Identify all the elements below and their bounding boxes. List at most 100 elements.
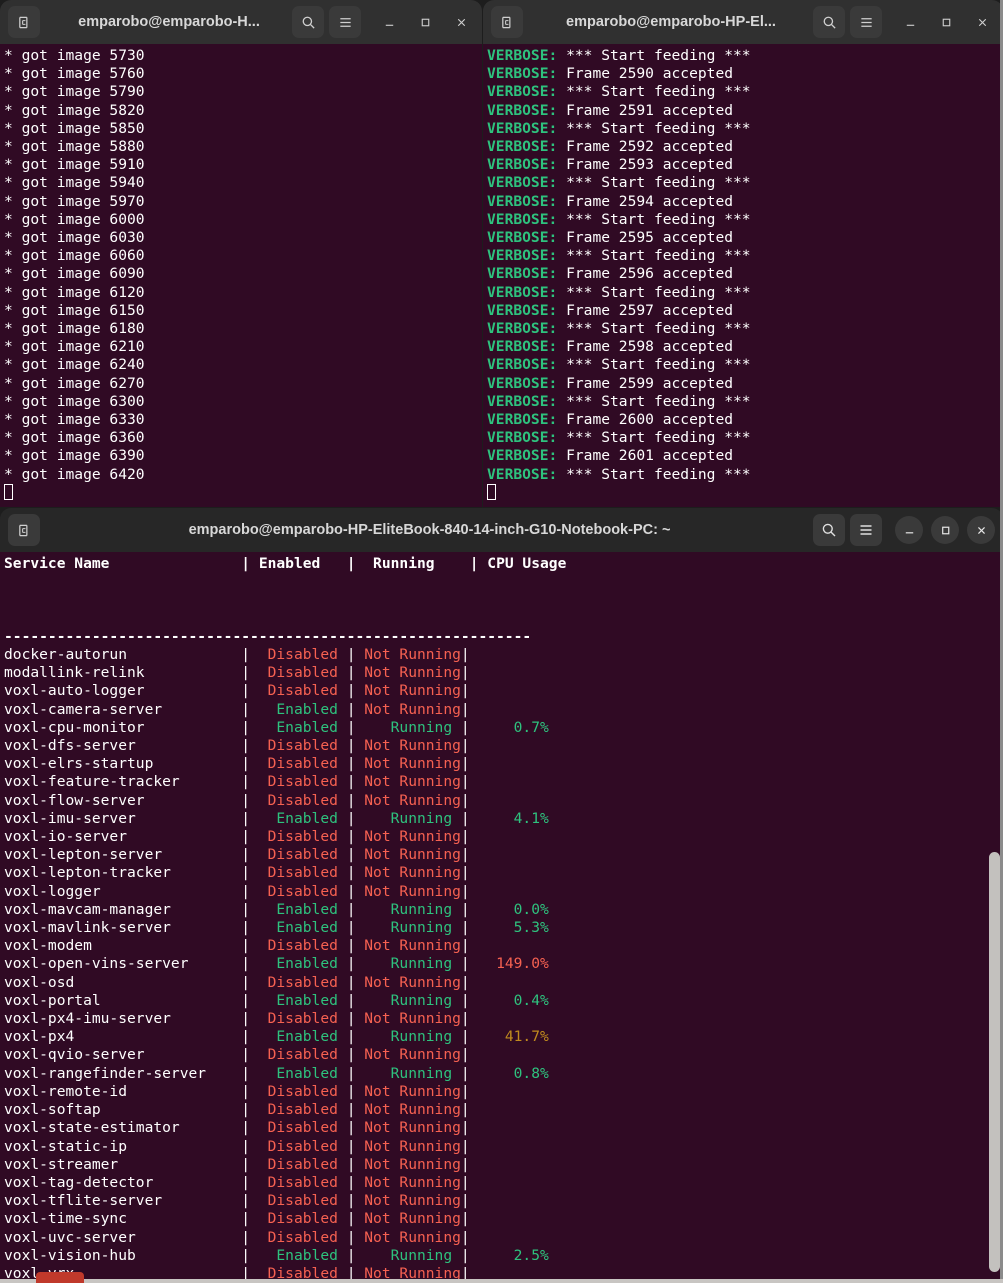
cell-service-name: voxl-imu-server bbox=[4, 809, 242, 827]
search-icon[interactable] bbox=[292, 6, 324, 38]
column-separator: | bbox=[346, 1101, 365, 1119]
log-message: *** Start feeding *** bbox=[557, 356, 751, 374]
cell-service-name: voxl-portal bbox=[4, 991, 242, 1009]
table-header-row: Service Name | Enabled | Running | CPU U… bbox=[4, 555, 1003, 573]
maximize-icon[interactable] bbox=[412, 9, 438, 35]
minimize-icon[interactable] bbox=[376, 9, 402, 35]
close-icon[interactable] bbox=[969, 9, 995, 35]
hamburger-menu-icon[interactable] bbox=[850, 6, 882, 38]
minimize-icon[interactable] bbox=[895, 516, 923, 544]
terminal-window-left[interactable]: emparobo@emparobo-H... * got image 5730 … bbox=[0, 0, 482, 507]
log-level-label: VERBOSE: bbox=[487, 119, 558, 137]
log-message: Frame 2601 accepted bbox=[557, 447, 734, 465]
log-level-label: VERBOSE: bbox=[487, 192, 558, 210]
cell-enabled: Disabled bbox=[258, 664, 347, 682]
log-level-label: VERBOSE: bbox=[487, 392, 558, 410]
titlebar-left[interactable]: emparobo@emparobo-H... bbox=[0, 0, 482, 44]
window-title-right: emparobo@emparobo-HP-El... bbox=[566, 14, 776, 30]
log-message: Frame 2599 accepted bbox=[557, 374, 734, 392]
cell-enabled: Disabled bbox=[258, 828, 347, 846]
log-message: *** Start feeding *** bbox=[557, 283, 751, 301]
table-row: voxl-state-estimator | Disabled | Not Ru… bbox=[4, 1119, 1003, 1137]
log-level-label: VERBOSE: bbox=[487, 47, 558, 64]
column-separator: | bbox=[241, 700, 259, 718]
terminal-line: VERBOSE: *** Start feeding *** bbox=[487, 466, 1003, 484]
cell-service-name: voxl-softap bbox=[4, 1101, 242, 1119]
column-separator: | bbox=[241, 1246, 259, 1264]
hamburger-menu-icon[interactable] bbox=[850, 514, 882, 546]
terminal-line: VERBOSE: *** Start feeding *** bbox=[487, 211, 1003, 229]
log-message: *** Start feeding *** bbox=[557, 47, 751, 64]
column-separator: | bbox=[241, 555, 259, 572]
terminal-line: * got image 6210 bbox=[4, 338, 145, 356]
window-title-left: emparobo@emparobo-H... bbox=[78, 14, 260, 30]
log-level-label: VERBOSE: bbox=[487, 429, 558, 447]
close-icon[interactable] bbox=[967, 516, 995, 544]
column-separator: | bbox=[241, 646, 259, 664]
column-separator: | bbox=[346, 1210, 365, 1228]
log-message: Frame 2597 accepted bbox=[557, 301, 734, 319]
cell-running: Not Running bbox=[364, 882, 461, 900]
table-row: voxl-lepton-tracker | Disabled | Not Run… bbox=[4, 864, 1003, 882]
cell-enabled: Enabled bbox=[258, 991, 347, 1009]
maximize-icon[interactable] bbox=[933, 9, 959, 35]
column-separator: | bbox=[460, 1192, 479, 1210]
minimize-icon[interactable] bbox=[897, 9, 923, 35]
log-level-label: VERBOSE: bbox=[487, 229, 558, 247]
new-tab-icon[interactable] bbox=[8, 514, 40, 546]
terminal-line: VERBOSE: Frame 2593 accepted bbox=[487, 156, 1003, 174]
dock-app-indicator[interactable] bbox=[36, 1272, 84, 1283]
table-row: voxl-static-ip | Disabled | Not Running| bbox=[4, 1138, 1003, 1156]
terminal-output-right[interactable]: VERBOSE: *** Start feeding *** VERBOSE: F… bbox=[483, 44, 1003, 507]
cell-service-name: voxl-vision-hub bbox=[4, 1246, 242, 1264]
close-icon[interactable] bbox=[448, 9, 474, 35]
cell-service-name: voxl-qvio-server bbox=[4, 1046, 242, 1064]
column-separator: | bbox=[469, 555, 488, 572]
column-separator: | bbox=[346, 900, 365, 918]
table-row: voxl-vision-hub | Enabled | Running | 2.… bbox=[4, 1247, 1003, 1265]
column-separator: | bbox=[460, 755, 479, 773]
terminal-line: * got image 6330 bbox=[4, 411, 145, 429]
terminal-window-bottom[interactable]: emparobo@emparobo-HP-EliteBook-840-14-in… bbox=[0, 508, 1003, 1283]
new-tab-icon[interactable] bbox=[8, 6, 40, 38]
cell-enabled: Disabled bbox=[258, 755, 347, 773]
terminal-line: * got image 5880 bbox=[4, 138, 145, 156]
cell-running: Not Running bbox=[364, 1137, 461, 1155]
terminal-output-bottom[interactable]: Service Name | Enabled | Running | CPU U… bbox=[0, 552, 1003, 1283]
table-row: voxl-osd | Disabled | Not Running| bbox=[4, 974, 1003, 992]
column-separator: | bbox=[346, 1192, 365, 1210]
maximize-icon[interactable] bbox=[931, 516, 959, 544]
titlebar-bottom[interactable]: emparobo@emparobo-HP-EliteBook-840-14-in… bbox=[0, 508, 1003, 552]
cell-enabled: Enabled bbox=[258, 700, 347, 718]
titlebar-right[interactable]: emparobo@emparobo-HP-El... bbox=[483, 0, 1003, 44]
column-separator: | bbox=[241, 900, 259, 918]
cell-enabled: Disabled bbox=[258, 1137, 347, 1155]
cell-running: Running bbox=[364, 1064, 461, 1082]
scrollbar-thumb[interactable] bbox=[989, 852, 1000, 1272]
search-icon[interactable] bbox=[813, 6, 845, 38]
column-separator: | bbox=[241, 991, 259, 1009]
column-separator: | bbox=[241, 791, 259, 809]
cell-service-name: voxl-lepton-tracker bbox=[4, 864, 242, 882]
column-separator: | bbox=[241, 1192, 259, 1210]
terminal-window-right[interactable]: emparobo@emparobo-HP-El... VERBOSE: *** … bbox=[483, 0, 1003, 507]
cell-enabled: Disabled bbox=[258, 1192, 347, 1210]
cell-enabled: Enabled bbox=[258, 1064, 347, 1082]
log-message: Frame 2600 accepted bbox=[557, 411, 734, 429]
terminal-line: * got image 6300 bbox=[4, 392, 145, 410]
table-row: modallink-relink | Disabled | Not Runnin… bbox=[4, 664, 1003, 682]
column-separator: | bbox=[241, 846, 259, 864]
terminal-output-left[interactable]: * got image 5730 * got image 5760 * got im… bbox=[0, 44, 482, 507]
table-row: voxl-imu-server | Enabled | Running | 4.… bbox=[4, 810, 1003, 828]
table-row: voxl-dfs-server | Disabled | Not Running… bbox=[4, 737, 1003, 755]
column-separator: | bbox=[241, 828, 259, 846]
new-tab-icon[interactable] bbox=[491, 6, 523, 38]
hamburger-menu-icon[interactable] bbox=[329, 6, 361, 38]
column-separator: | bbox=[460, 937, 479, 955]
log-message: Frame 2595 accepted bbox=[557, 229, 734, 247]
cell-enabled: Disabled bbox=[258, 682, 347, 700]
table-row: voxl-camera-server | Enabled | Not Runni… bbox=[4, 701, 1003, 719]
search-icon[interactable] bbox=[813, 514, 845, 546]
cell-running: Not Running bbox=[364, 755, 461, 773]
divider-text: ----------------------------------------… bbox=[4, 627, 532, 645]
